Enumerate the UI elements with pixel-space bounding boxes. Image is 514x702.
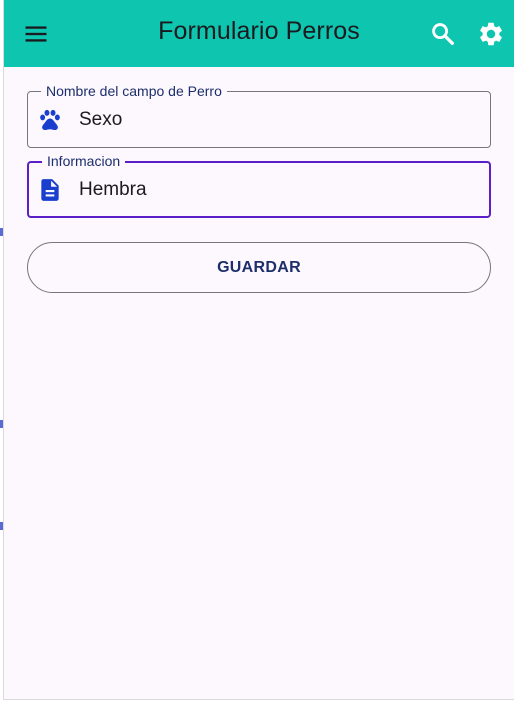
app-bar: Formulario Perros: [4, 0, 514, 67]
document-icon: [41, 179, 59, 201]
app-window: Formulario Perros Nombre del campo de Pe…: [3, 0, 514, 700]
gear-icon: [480, 22, 502, 46]
search-button[interactable]: [429, 20, 457, 48]
dog-name-field[interactable]: Nombre del campo de Perro: [27, 82, 491, 148]
paw-icon: [40, 109, 60, 131]
search-icon: [432, 23, 454, 45]
info-field-label: Informacion: [42, 152, 126, 170]
info-input[interactable]: [79, 176, 469, 204]
dog-name-input[interactable]: [79, 106, 469, 134]
dog-name-field-label: Nombre del campo de Perro: [41, 82, 227, 100]
info-field[interactable]: Informacion: [27, 152, 491, 218]
settings-button[interactable]: [477, 20, 505, 48]
save-button[interactable]: GUARDAR: [27, 242, 491, 293]
